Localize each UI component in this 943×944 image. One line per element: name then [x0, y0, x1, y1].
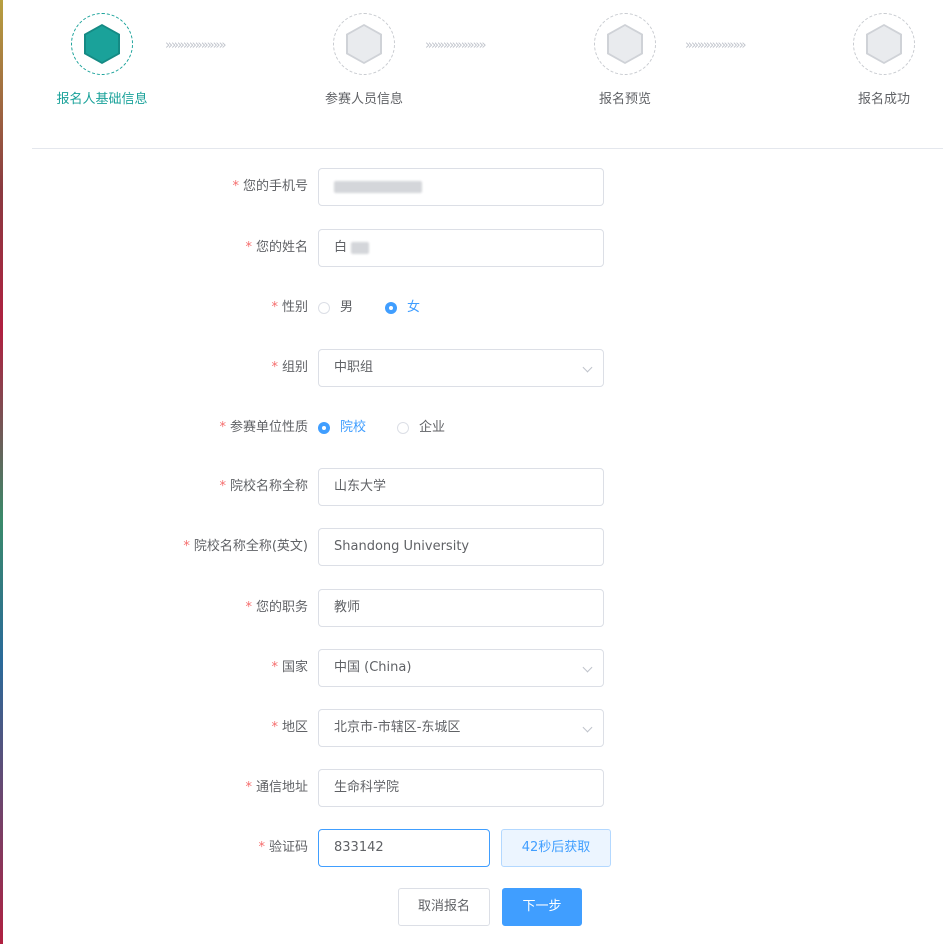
- form-row-group: * 组别 中职组: [0, 348, 943, 388]
- form-row-country: * 国家 中国 (China): [0, 648, 943, 688]
- step-label: 参赛人员信息: [324, 92, 403, 107]
- form-row-name: * 您的姓名 白: [0, 228, 943, 268]
- hexagon-icon: [346, 24, 382, 64]
- step-arrow-separator: »»»»»»»»»»: [165, 38, 227, 53]
- field-label: * 参赛单位性质: [219, 420, 308, 435]
- step-label: 报名预览: [598, 92, 651, 107]
- radio-checked-icon: [318, 422, 330, 434]
- unit-type-radio-school[interactable]: 院校: [318, 408, 366, 448]
- field-label: * 验证码: [258, 840, 308, 855]
- radio-checked-icon: [385, 302, 397, 314]
- hexagon-icon: [84, 24, 120, 64]
- field-label: * 您的职务: [245, 600, 308, 615]
- chevron-down-icon: [582, 722, 593, 733]
- radio-unchecked-icon: [397, 422, 409, 434]
- field-label: * 地区: [271, 720, 308, 735]
- form-row-position: * 您的职务 教师: [0, 588, 943, 628]
- redacted-value: [334, 180, 422, 193]
- step-participants: 参赛人员信息: [309, 13, 419, 107]
- field-label: * 性别: [271, 300, 308, 315]
- name-value: 白: [334, 240, 348, 255]
- field-label: * 院校名称全称(英文): [183, 539, 308, 554]
- chevron-down-icon: [582, 362, 593, 373]
- position-input[interactable]: 教师: [318, 589, 604, 627]
- form-row-school-name-en: * 院校名称全称(英文) Shandong University: [0, 527, 943, 567]
- stepper-divider: [32, 148, 943, 149]
- step-arrow-separator: »»»»»»»»»»: [685, 38, 747, 53]
- next-step-button[interactable]: 下一步: [502, 888, 582, 926]
- redacted-value: [351, 241, 370, 254]
- gender-radio-male[interactable]: 男: [318, 288, 353, 328]
- country-select[interactable]: 中国 (China): [318, 649, 604, 687]
- hexagon-icon: [607, 24, 643, 64]
- form-row-verify-code: * 验证码 833142 42秒后获取: [0, 828, 943, 868]
- field-label: * 组别: [271, 360, 308, 375]
- cancel-registration-button[interactable]: 取消报名: [398, 888, 490, 926]
- step-label: 报名人基础信息: [56, 92, 148, 107]
- form-row-address: * 通信地址 生命科学院: [0, 768, 943, 808]
- address-input[interactable]: 生命科学院: [318, 769, 604, 807]
- step-circle: [594, 13, 656, 75]
- step-label: 报名成功: [857, 92, 910, 107]
- field-label: * 您的手机号: [232, 179, 308, 194]
- step-circle: [71, 13, 133, 75]
- form-row-phone: * 您的手机号: [0, 167, 943, 207]
- region-select[interactable]: 北京市-市辖区-东城区: [318, 709, 604, 747]
- verify-code-input[interactable]: 833142: [318, 829, 490, 867]
- chevron-down-icon: [582, 662, 593, 673]
- group-select[interactable]: 中职组: [318, 349, 604, 387]
- step-circle: [853, 13, 915, 75]
- radio-unchecked-icon: [318, 302, 330, 314]
- step-arrow-separator: »»»»»»»»»»: [425, 38, 487, 53]
- field-label: * 国家: [271, 660, 308, 675]
- phone-input[interactable]: [318, 168, 604, 206]
- step-circle: [333, 13, 395, 75]
- get-code-button[interactable]: 42秒后获取: [501, 829, 611, 867]
- hexagon-icon: [866, 24, 902, 64]
- form-row-region: * 地区 北京市-市辖区-东城区: [0, 708, 943, 748]
- school-name-input[interactable]: 山东大学: [318, 468, 604, 506]
- school-name-en-input[interactable]: Shandong University: [318, 528, 604, 566]
- unit-type-radio-enterprise[interactable]: 企业: [397, 408, 445, 448]
- form-row-unit-type: * 参赛单位性质 院校 企业: [0, 408, 943, 448]
- field-label: * 院校名称全称: [219, 479, 308, 494]
- field-label: * 您的姓名: [245, 240, 308, 255]
- field-label: * 通信地址: [245, 780, 308, 795]
- step-basic-info: 报名人基础信息: [47, 13, 157, 107]
- name-input[interactable]: 白: [318, 229, 604, 267]
- step-success: 报名成功: [829, 13, 939, 107]
- form-row-school-name: * 院校名称全称 山东大学: [0, 467, 943, 507]
- step-preview: 报名预览: [570, 13, 680, 107]
- form-row-gender: * 性别 男 女: [0, 288, 943, 328]
- gender-radio-female[interactable]: 女: [385, 288, 420, 328]
